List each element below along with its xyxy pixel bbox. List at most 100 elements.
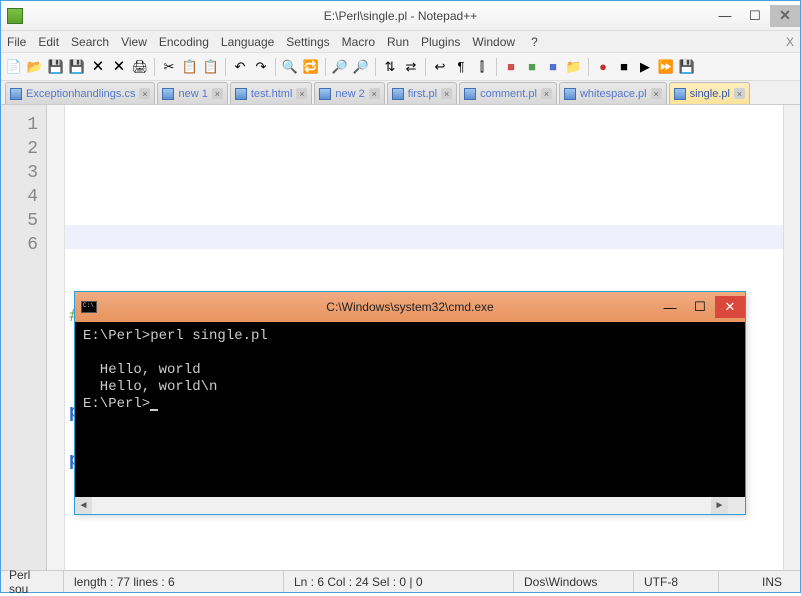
menu-plugins[interactable]: Plugins [421, 35, 460, 49]
line-number: 2 [1, 137, 38, 161]
tab-whitespacepl[interactable]: whitespace.pl× [559, 82, 667, 104]
status-mode: INS [719, 571, 792, 592]
menubar: File Edit Search View Encoding Language … [1, 31, 800, 53]
sync-v-icon[interactable]: ⇅ [381, 58, 399, 76]
titlebar[interactable]: E:\Perl\single.pl - Notepad++ — ☐ ✕ [1, 1, 800, 31]
status-bar: Perl sou length : 77 lines : 6 Ln : 6 Co… [1, 570, 800, 592]
scroll-right-icon[interactable]: ► [711, 497, 728, 514]
zoom-out-icon[interactable]: 🔎 [352, 58, 370, 76]
tab-commentpl[interactable]: comment.pl× [459, 82, 557, 104]
separator [496, 58, 497, 76]
cmd-terminal[interactable]: E:\Perl>perl single.pl Hello, world Hell… [75, 322, 745, 497]
cmd-horizontal-scrollbar[interactable]: ◄ ► [75, 497, 745, 514]
allchars-icon[interactable]: ¶ [452, 58, 470, 76]
tab-new2[interactable]: new 2× [314, 82, 384, 104]
zoom-in-icon[interactable]: 🔎 [331, 58, 349, 76]
file-icon [10, 88, 22, 100]
save-macro-icon[interactable]: 💾 [678, 58, 696, 76]
toolbar: 📄 📂 💾 💾 🗙 🗙 🖨 ✂ 📋 📋 ↶ ↷ 🔍 🔁 🔎 🔎 ⇅ ⇄ ↩ ¶ … [1, 53, 800, 81]
play-icon[interactable]: ▶ [636, 58, 654, 76]
tab-close-x[interactable]: X [786, 35, 794, 49]
tab-exceptionhandlings[interactable]: Exceptionhandlings.cs× [5, 82, 155, 104]
play-multi-icon[interactable]: ⏩ [657, 58, 675, 76]
folder-icon[interactable]: 📁 [565, 58, 583, 76]
indent-guide-icon[interactable]: ⫿ [473, 58, 491, 76]
menu-edit[interactable]: Edit [38, 35, 59, 49]
menu-help[interactable]: ? [531, 35, 538, 49]
stop-icon[interactable]: ■ [615, 58, 633, 76]
close-all-icon[interactable]: 🗙 [110, 58, 128, 76]
sync-h-icon[interactable]: ⇄ [402, 58, 420, 76]
replace-icon[interactable]: 🔁 [302, 58, 320, 76]
cmd-close-button[interactable]: ✕ [715, 296, 745, 318]
paste-icon[interactable]: 📋 [202, 58, 220, 76]
file-icon [464, 88, 476, 100]
menu-view[interactable]: View [121, 35, 147, 49]
code-line [69, 209, 779, 233]
record-icon[interactable]: ● [594, 58, 612, 76]
menu-settings[interactable]: Settings [286, 35, 329, 49]
close-button[interactable]: ✕ [770, 5, 800, 27]
maximize-button[interactable]: ☐ [740, 5, 770, 27]
tab-firstpl[interactable]: first.pl× [387, 82, 457, 104]
wordwrap-icon[interactable]: ↩ [431, 58, 449, 76]
line-number: 1 [1, 113, 38, 137]
scroll-left-icon[interactable]: ◄ [75, 497, 92, 514]
new-file-icon[interactable]: 📄 [5, 58, 23, 76]
cmd-titlebar[interactable]: C:\Windows\system32\cmd.exe — ☐ ✕ [75, 292, 745, 322]
tab-close-icon[interactable]: × [441, 88, 452, 99]
func-list-icon[interactable]: ■ [544, 58, 562, 76]
close-icon: ✕ [779, 7, 791, 24]
undo-icon[interactable]: ↶ [231, 58, 249, 76]
menu-language[interactable]: Language [221, 35, 274, 49]
menu-run[interactable]: Run [387, 35, 409, 49]
vertical-scrollbar[interactable] [783, 105, 800, 570]
print-icon[interactable]: 🖨 [131, 58, 149, 76]
save-icon[interactable]: 💾 [47, 58, 65, 76]
copy-icon[interactable]: 📋 [181, 58, 199, 76]
minimize-button[interactable]: — [710, 5, 740, 27]
cmd-cursor [150, 409, 158, 411]
cmd-window[interactable]: C:\Windows\system32\cmd.exe — ☐ ✕ E:\Per… [74, 291, 746, 515]
redo-icon[interactable]: ↷ [252, 58, 270, 76]
menu-window[interactable]: Window [472, 35, 515, 49]
doc-map-icon[interactable]: ■ [523, 58, 541, 76]
line-number: 5 [1, 209, 38, 233]
tab-bar: Exceptionhandlings.cs× new 1× test.html×… [1, 81, 800, 105]
menu-search[interactable]: Search [71, 35, 109, 49]
save-all-icon[interactable]: 💾 [68, 58, 86, 76]
menu-file[interactable]: File [7, 35, 26, 49]
file-icon [674, 88, 686, 100]
cmd-output-line: E:\Perl>perl single.pl [83, 328, 268, 344]
cmd-output-line: Hello, world\n [83, 379, 217, 395]
tab-testhtml[interactable]: test.html× [230, 82, 313, 104]
cmd-maximize-button[interactable]: ☐ [685, 296, 715, 318]
close-file-icon[interactable]: 🗙 [89, 58, 107, 76]
menu-macro[interactable]: Macro [342, 35, 375, 49]
tab-close-icon[interactable]: × [651, 88, 662, 99]
tab-close-icon[interactable]: × [734, 88, 745, 99]
tab-close-icon[interactable]: × [296, 88, 307, 99]
fold-margin[interactable] [47, 105, 65, 570]
line-number: 6 [1, 233, 38, 257]
status-encoding: UTF-8 [634, 571, 719, 592]
tab-new1[interactable]: new 1× [157, 82, 227, 104]
cmd-minimize-button[interactable]: — [655, 296, 685, 318]
tab-close-icon[interactable]: × [369, 88, 380, 99]
lang-icon[interactable]: ■ [502, 58, 520, 76]
file-icon [162, 88, 174, 100]
tab-singlepl[interactable]: single.pl× [669, 82, 750, 104]
line-number: 3 [1, 161, 38, 185]
tab-close-icon[interactable]: × [212, 88, 223, 99]
tab-close-icon[interactable]: × [541, 88, 552, 99]
find-icon[interactable]: 🔍 [281, 58, 299, 76]
cut-icon[interactable]: ✂ [160, 58, 178, 76]
menu-encoding[interactable]: Encoding [159, 35, 209, 49]
status-eol: Dos\Windows [514, 571, 634, 592]
window-controls: — ☐ ✕ [710, 5, 800, 27]
app-icon [7, 8, 23, 24]
open-file-icon[interactable]: 📂 [26, 58, 44, 76]
separator [325, 58, 326, 76]
line-number-gutter[interactable]: 1 2 3 4 5 6 [1, 105, 47, 570]
tab-close-icon[interactable]: × [139, 88, 150, 99]
